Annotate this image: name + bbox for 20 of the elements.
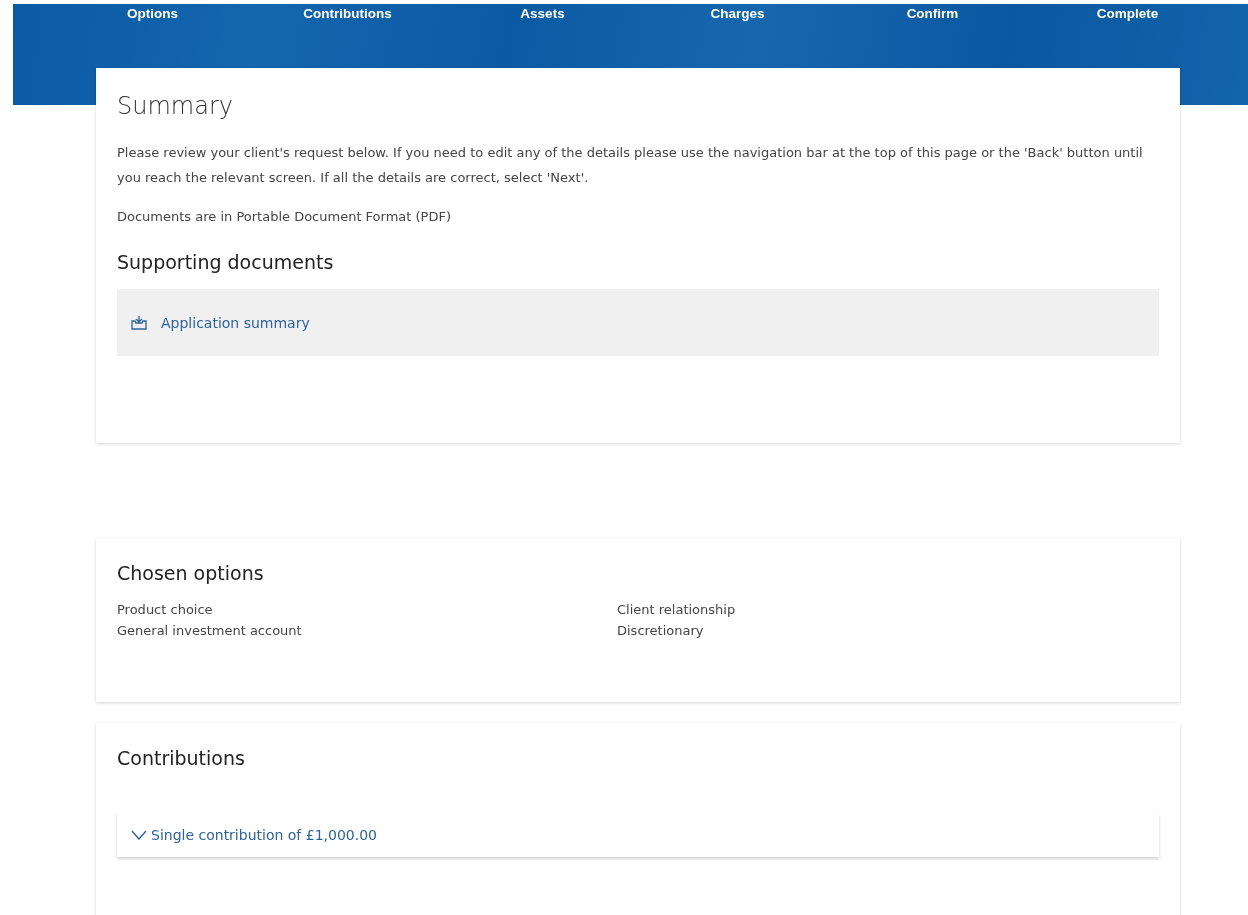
- step-link[interactable]: Contributions: [303, 4, 392, 23]
- step-link[interactable]: Assets: [520, 4, 565, 23]
- step-link[interactable]: Charges: [710, 4, 765, 23]
- step-link[interactable]: Confirm: [906, 4, 959, 23]
- page-title: Summary: [117, 92, 234, 120]
- section-heading: Chosen options: [117, 562, 265, 584]
- contribution-toggle[interactable]: Single contribution of £1,000.00: [131, 827, 377, 843]
- step-link[interactable]: Options: [127, 4, 178, 23]
- document-link[interactable]: Application summary: [161, 314, 310, 331]
- download-icon: [131, 314, 147, 331]
- field-label: Client relationship: [617, 602, 737, 617]
- section-heading: Supporting documents: [117, 251, 335, 273]
- field-value: General investment account: [117, 623, 303, 638]
- intro-text: Please review your client's request below. If you need to edit any of the details please use the navigation bar at the top of this page or the 'Back' button until you reach the relevant screen. If all the details are correct, select 'Next'.: [117, 144, 1144, 187]
- step-link[interactable]: Complete: [1096, 4, 1159, 23]
- field-value: Discretionary: [617, 623, 705, 638]
- chevron-down-icon: [131, 830, 147, 840]
- section-heading: Contributions: [117, 747, 246, 769]
- field-label: Product choice: [117, 602, 214, 617]
- format-note: Documents are in Portable Document Format (PDF): [117, 208, 453, 226]
